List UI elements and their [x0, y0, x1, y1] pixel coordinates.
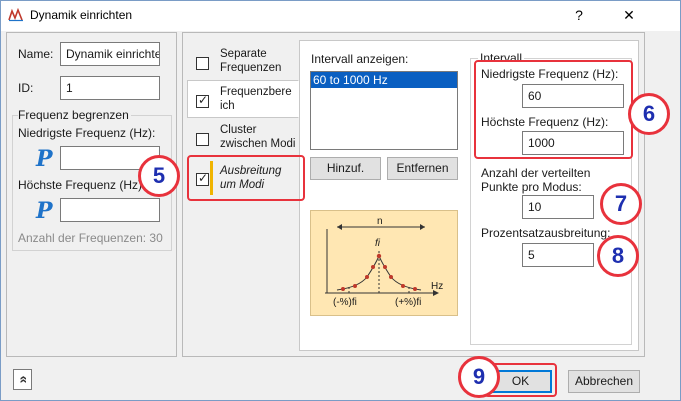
spread-diagram: n fi Hz (-%)fi (+%)fi: [310, 210, 458, 316]
highlight-box-tab: [187, 155, 305, 201]
tab-cluster-between-modes[interactable]: Cluster zwischen Modi: [187, 118, 299, 156]
parameter-p-icon[interactable]: P: [36, 198, 53, 224]
app-icon: [8, 7, 24, 22]
callout-7: 7: [600, 183, 642, 225]
left-min-frequency-label: Niedrigste Frequenz (Hz):: [18, 126, 156, 140]
tab-label: Separate Frequenzen: [220, 48, 282, 74]
window-title: Dynamik einrichten: [30, 8, 133, 22]
add-button[interactable]: Hinzuf.: [310, 157, 381, 180]
expand-button[interactable]: »: [13, 369, 32, 390]
interval-list-item[interactable]: 60 to 1000 Hz: [311, 72, 457, 88]
points-per-mode-input[interactable]: 10: [522, 195, 594, 219]
remove-button[interactable]: Entfernen: [387, 157, 458, 180]
diagram-plus-label: (+%)fi: [395, 297, 422, 308]
help-button[interactable]: ?: [566, 4, 592, 26]
id-input[interactable]: 1: [60, 76, 160, 100]
diagram-hz-label: Hz: [431, 281, 444, 292]
tab-frequency-range[interactable]: Frequenzbereich: [187, 80, 299, 118]
tab-checkbox[interactable]: [196, 93, 209, 108]
left-max-frequency-label: Höchste Frequenz (Hz):: [18, 178, 146, 192]
tab-label: Cluster zwischen Modi: [220, 124, 296, 150]
spread-percent-input[interactable]: 5: [522, 243, 594, 267]
highlight-box-interval: [474, 60, 633, 159]
callout-6: 6: [628, 93, 670, 135]
name-label: Name:: [18, 47, 54, 61]
left-max-frequency-input[interactable]: [60, 198, 160, 222]
diagram-n-label: n: [377, 216, 383, 227]
frequency-limit-title: Frequenz begrenzen: [18, 108, 131, 122]
interval-list-label: Intervall anzeigen:: [311, 52, 409, 66]
spread-percent-label: Prozentsatzausbreitung:: [481, 226, 611, 240]
diagram-fi-label: fi: [375, 238, 380, 249]
name-input[interactable]: Dynamik einrichten: [60, 42, 160, 66]
id-label: ID:: [18, 81, 34, 95]
tab-separate-frequencies[interactable]: Separate Frequenzen: [187, 42, 299, 80]
points-per-mode-label: Anzahl der verteilten Punkte pro Modus:: [481, 166, 591, 194]
callout-5: 5: [138, 155, 180, 197]
callout-9: 9: [458, 356, 500, 398]
diagram-minus-label: (-%)fi: [333, 297, 357, 308]
parameter-p-icon[interactable]: P: [36, 146, 53, 172]
tab-checkbox[interactable]: [196, 133, 209, 146]
frequency-count-text: Anzahl der Frequenzen: 30: [18, 231, 163, 245]
close-button[interactable]: ✕: [616, 4, 642, 26]
tab-checkbox[interactable]: [196, 57, 209, 70]
interval-listbox[interactable]: 60 to 1000 Hz: [310, 71, 458, 150]
callout-8: 8: [597, 235, 639, 277]
tab-label: Frequenzbereich: [220, 86, 292, 112]
cancel-button[interactable]: Abbrechen: [568, 370, 640, 393]
